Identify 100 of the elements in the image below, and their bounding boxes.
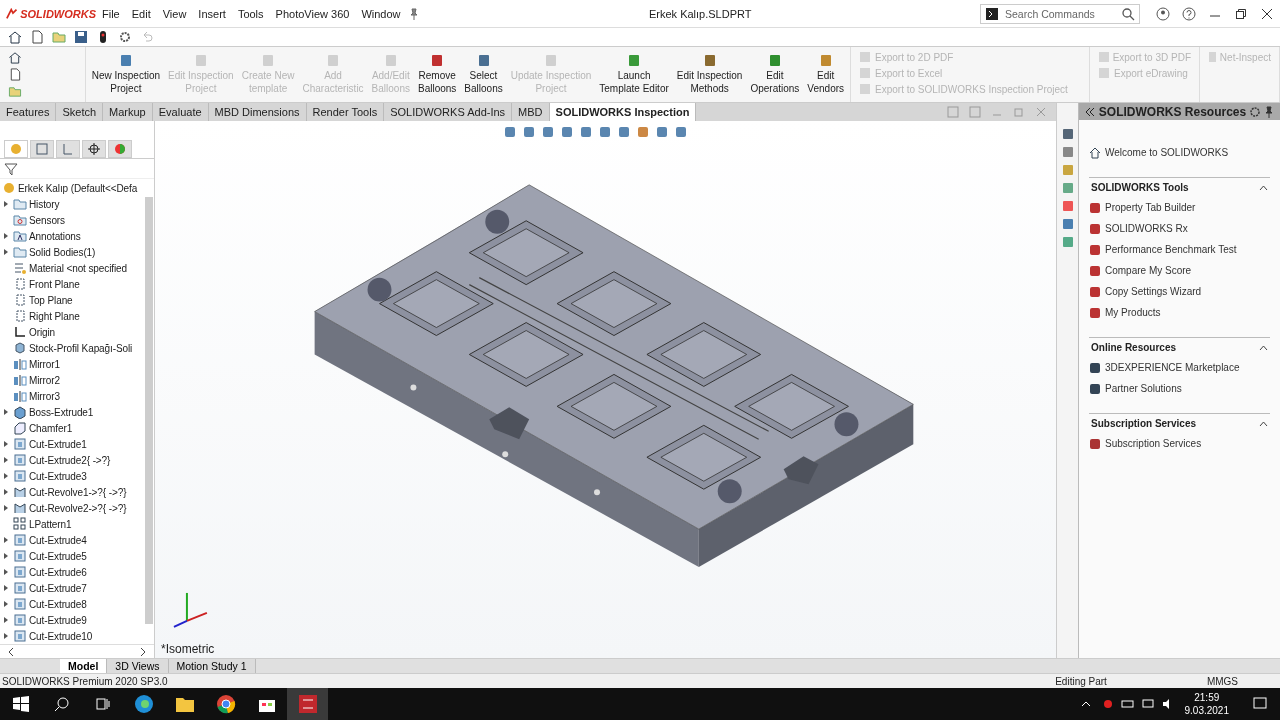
ribbon-button[interactable]: Select Balloons bbox=[460, 51, 507, 97]
tree-item[interactable]: Annotations bbox=[29, 230, 81, 242]
task-view-icon[interactable] bbox=[94, 696, 111, 712]
tree-item[interactable]: Cut-Extrude5 bbox=[29, 550, 87, 562]
dimxpert-tab[interactable] bbox=[82, 139, 106, 158]
property-manager-tab[interactable] bbox=[30, 139, 54, 158]
resource-link[interactable]: Subscription Services bbox=[1089, 433, 1270, 454]
expand-arrow-icon[interactable] bbox=[3, 472, 9, 480]
notification-icon[interactable] bbox=[1252, 697, 1267, 711]
bottom-tab[interactable]: Motion Study 1 bbox=[168, 659, 256, 673]
browser-icon[interactable] bbox=[133, 694, 154, 714]
tree-item[interactable]: Mirror1 bbox=[29, 358, 60, 370]
tree-item[interactable]: Right Plane bbox=[29, 310, 80, 322]
menu-item[interactable]: Tools bbox=[231, 7, 270, 20]
tree-item[interactable]: Cut-Extrude6 bbox=[29, 566, 87, 578]
expand-arrow-icon[interactable] bbox=[3, 584, 9, 592]
tree-item[interactable]: Cut-Revolve2->?{ ->?} bbox=[29, 502, 127, 514]
resource-link[interactable]: Partner Solutions bbox=[1089, 378, 1270, 399]
menu-item[interactable]: Edit bbox=[125, 7, 157, 20]
network-icon[interactable] bbox=[1140, 697, 1155, 711]
scrollbar-thumb[interactable] bbox=[145, 197, 153, 624]
close-icon[interactable] bbox=[1262, 8, 1272, 19]
search-icon[interactable] bbox=[53, 696, 70, 712]
appearance-tab[interactable] bbox=[108, 139, 132, 158]
start-icon[interactable] bbox=[12, 696, 29, 712]
tree-item[interactable]: Front Plane bbox=[29, 278, 80, 290]
user-icon[interactable] bbox=[1156, 6, 1170, 21]
collapse-caret-icon[interactable] bbox=[1259, 344, 1268, 351]
collapse-caret-icon[interactable] bbox=[1259, 184, 1268, 191]
expand-arrow-icon[interactable] bbox=[3, 248, 9, 256]
menu-item[interactable]: Insert bbox=[192, 7, 232, 20]
ribbon-button[interactable]: Launch Template Editor bbox=[595, 51, 673, 97]
tree-item[interactable]: Top Plane bbox=[29, 294, 73, 306]
command-tab[interactable]: SOLIDWORKS Inspection bbox=[549, 103, 697, 121]
ribbon-button[interactable]: Edit Operations bbox=[746, 51, 804, 97]
expand-arrow-icon[interactable] bbox=[3, 504, 9, 512]
filter-icon[interactable] bbox=[4, 161, 18, 176]
menu-item[interactable]: PhotoView 360 bbox=[269, 7, 356, 20]
bottom-tab[interactable]: 3D Views bbox=[107, 659, 169, 673]
tree-item[interactable]: Cut-Extrude4 bbox=[29, 534, 87, 546]
expand-arrow-icon[interactable] bbox=[3, 456, 9, 464]
ribbon-button[interactable]: Remove Balloons bbox=[413, 51, 461, 97]
ribbon-button[interactable]: Edit Inspection Methods bbox=[672, 51, 747, 97]
tree-item[interactable]: Boss-Extrude1 bbox=[29, 406, 94, 418]
expand-arrow-icon[interactable] bbox=[3, 632, 9, 640]
menu-item[interactable]: File bbox=[96, 7, 126, 20]
tree-item[interactable]: Sensors bbox=[29, 214, 65, 226]
tree-item[interactable]: Stock-Profil Kapağı-Soli bbox=[29, 342, 133, 354]
resource-link[interactable]: Compare My Score bbox=[1089, 260, 1270, 281]
chrome-browser-icon[interactable] bbox=[215, 694, 236, 714]
expand-arrow-icon[interactable] bbox=[3, 552, 9, 560]
tree-item[interactable]: History bbox=[29, 198, 60, 210]
tile-right-icon[interactable] bbox=[968, 105, 982, 119]
tree-root[interactable]: Erkek Kalıp (Default<<Defa bbox=[18, 182, 138, 194]
new-document-icon[interactable] bbox=[8, 68, 22, 81]
expand-arrow-icon[interactable] bbox=[3, 568, 9, 576]
tree-item[interactable]: Cut-Extrude1 bbox=[29, 438, 87, 450]
tree-item[interactable]: Cut-Revolve1->?{ ->?} bbox=[29, 486, 127, 498]
tree-item[interactable]: Cut-Extrude7 bbox=[29, 582, 87, 594]
search-box[interactable]: Search Commands bbox=[980, 3, 1140, 24]
expand-arrow-icon[interactable] bbox=[3, 616, 9, 624]
expand-arrow-icon[interactable] bbox=[3, 232, 9, 240]
settings-icon[interactable] bbox=[1248, 104, 1262, 119]
resource-link[interactable]: 3DEXPERIENCE Marketplace bbox=[1089, 357, 1270, 378]
expand-arrow-icon[interactable] bbox=[3, 488, 9, 496]
tree-item[interactable]: Chamfer1 bbox=[29, 422, 73, 434]
clock-time[interactable]: 21:59 bbox=[1194, 691, 1220, 704]
tree-item[interactable]: Cut-Extrude9 bbox=[29, 614, 87, 626]
expand-arrow-icon[interactable] bbox=[3, 200, 9, 208]
resource-link[interactable]: Performance Benchmark Test bbox=[1089, 239, 1270, 260]
bottom-tab[interactable]: Model bbox=[60, 659, 108, 673]
settings-icon[interactable] bbox=[118, 30, 132, 44]
expand-arrow-icon[interactable] bbox=[3, 440, 9, 448]
tree-item[interactable]: LPattern1 bbox=[29, 518, 72, 530]
help-icon[interactable] bbox=[1182, 6, 1196, 21]
tree-item[interactable]: Mirror3 bbox=[29, 390, 60, 402]
resource-link[interactable]: My Products bbox=[1089, 302, 1270, 323]
resource-link[interactable]: Welcome to SOLIDWORKS bbox=[1089, 142, 1270, 163]
resource-link[interactable]: Copy Settings Wizard bbox=[1089, 281, 1270, 302]
tree-item[interactable]: Solid Bodies(1) bbox=[29, 246, 96, 258]
menu-item[interactable]: View bbox=[156, 7, 193, 20]
new-document-icon[interactable] bbox=[30, 30, 44, 44]
ribbon-button[interactable]: New Inspection Project bbox=[87, 51, 165, 97]
expand-arrow-icon[interactable] bbox=[3, 408, 9, 416]
tree-item[interactable]: Mirror2 bbox=[29, 374, 60, 386]
tile-left-icon[interactable] bbox=[946, 105, 960, 119]
tree-item[interactable]: Material <not specified bbox=[29, 262, 128, 274]
restore-icon[interactable] bbox=[1236, 8, 1246, 19]
tree-item[interactable]: Cut-Extrude3 bbox=[29, 470, 87, 482]
clock-date[interactable]: 9.03.2021 bbox=[1184, 704, 1229, 717]
taskbar-app-button[interactable] bbox=[287, 688, 328, 720]
expand-arrow-icon[interactable] bbox=[3, 600, 9, 608]
units-selector[interactable]: MMGS bbox=[1206, 675, 1238, 687]
resource-link[interactable]: Property Tab Builder bbox=[1089, 197, 1270, 218]
tree-item[interactable]: Origin bbox=[29, 326, 56, 338]
tree-item[interactable]: Cut-Extrude2{ ->?} bbox=[29, 454, 111, 466]
save-icon[interactable] bbox=[74, 30, 88, 44]
tree-item[interactable]: Cut-Extrude10 bbox=[29, 630, 93, 642]
tree-item[interactable]: Cut-Extrude8 bbox=[29, 598, 87, 610]
resource-link[interactable]: SOLIDWORKS Rx bbox=[1089, 218, 1270, 239]
